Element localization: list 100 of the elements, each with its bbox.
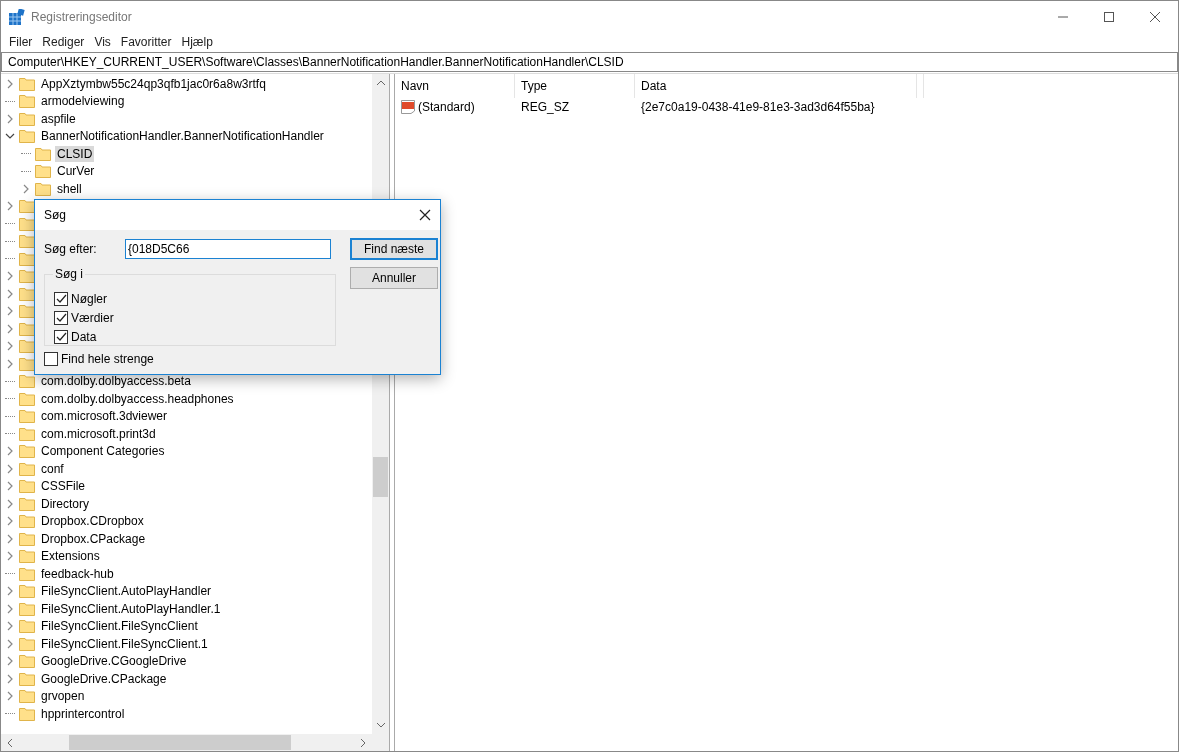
cancel-button[interactable]: Annuller [350,267,438,289]
tree-item[interactable]: CurVer [55,163,97,180]
folder-icon [19,321,35,336]
expand-chevron-icon[interactable] [5,621,15,632]
tree-item[interactable]: CLSID [55,145,95,162]
tree-item[interactable]: com.microsoft.3dviewer [39,408,170,425]
scroll-left-icon[interactable] [7,737,13,748]
collapse-chevron-icon[interactable] [5,132,15,141]
checkbox-label: Find hele strenge [61,351,154,366]
tree-item[interactable]: com.dolby.dolbyaccess.headphones [39,390,236,407]
tree-item[interactable]: Directory [39,495,91,512]
tree-item[interactable]: grvopen [39,688,87,705]
string-value-icon [400,99,416,115]
checkbox[interactable] [44,351,58,366]
expand-chevron-icon[interactable] [5,463,15,474]
folder-icon [19,199,35,214]
folder-icon [19,111,35,126]
folder-icon [19,251,35,266]
folder-icon [19,619,35,634]
menu-item[interactable]: Vis [89,34,116,49]
menu-item[interactable]: Hjælp [176,34,218,49]
menu-item[interactable]: Rediger [37,34,90,49]
menu-item[interactable]: Favoritter [115,34,177,49]
tree-item[interactable]: FileSyncClient.FileSyncClient [39,618,200,635]
folder-icon [35,181,51,196]
folder-icon [19,76,35,91]
column-header[interactable]: Navn [395,74,515,98]
address-field[interactable]: Computer\HKEY_CURRENT_USER\Software\Classes\BannerNotificationHandler.BannerNotificationHandler\CLSID [1,52,1178,72]
find-next-button[interactable]: Find næste [350,238,438,260]
expand-chevron-icon[interactable] [5,78,15,89]
scrollbar-thumb[interactable] [69,735,291,750]
value-data: {2e7c0a19-0438-41e9-81e3-3ad3d64f55ba} [640,100,876,114]
tree-item[interactable]: Extensions [39,548,102,565]
folder-icon [19,374,35,389]
tree-item[interactable]: GoogleDrive.CPackage [39,670,169,687]
checkbox[interactable] [54,310,68,325]
menu-item[interactable]: Filer [4,34,38,49]
checkbox[interactable] [54,329,68,344]
close-icon[interactable] [419,209,431,221]
expand-chevron-icon[interactable] [5,113,15,124]
folder-icon [19,444,35,459]
folder-icon [19,304,35,319]
tree-item[interactable]: FileSyncClient.AutoPlayHandler [39,583,214,600]
checkbox-label: Nøgler [71,291,107,306]
expand-chevron-icon[interactable] [5,551,15,562]
folder-icon [19,636,35,651]
expand-chevron-icon[interactable] [5,288,15,299]
expand-chevron-icon[interactable] [5,306,15,317]
checkbox[interactable] [54,291,68,306]
folder-icon [19,409,35,424]
tree-item[interactable]: com.microsoft.print3d [39,425,158,442]
tree-item[interactable]: GoogleDrive.CGoogleDrive [39,653,189,670]
group-title: Søg i [53,267,85,281]
tree-item[interactable]: armodelviewing [39,93,127,110]
column-header[interactable]: Type [515,74,635,98]
tree-item[interactable]: aspfile [39,110,78,127]
tree-item[interactable]: hpprintercontrol [39,705,127,722]
tree-item[interactable]: feedback-hub [39,565,116,582]
expand-chevron-icon[interactable] [5,271,15,282]
tree-item[interactable]: CSSFile [39,478,87,495]
expand-chevron-icon[interactable] [5,201,15,212]
maximize-icon [1104,11,1114,22]
expand-chevron-icon[interactable] [5,533,15,544]
folder-icon [19,549,35,564]
expand-chevron-icon[interactable] [5,586,15,597]
expand-chevron-icon[interactable] [5,673,15,684]
scroll-up-icon[interactable] [375,80,386,86]
column-header[interactable]: Data [635,74,917,98]
expand-chevron-icon[interactable] [5,323,15,334]
folder-icon [19,706,35,721]
expand-chevron-icon[interactable] [5,358,15,369]
expand-chevron-icon[interactable] [5,498,15,509]
tree-item[interactable]: conf [39,460,66,477]
tree-item[interactable]: Component Categories [39,443,167,460]
folder-icon [19,461,35,476]
scroll-right-icon[interactable] [360,737,366,748]
tree-item[interactable]: FileSyncClient.AutoPlayHandler.1 [39,600,223,617]
tree-item[interactable]: AppXztymbw55c24qp3qfb1jac0r6a8w3rtfq [39,75,268,92]
scroll-down-icon[interactable] [375,722,386,728]
expand-chevron-icon[interactable] [5,481,15,492]
search-field[interactable]: {018D5C66 [125,239,331,259]
expand-chevron-icon[interactable] [5,638,15,649]
expand-chevron-icon[interactable] [5,341,15,352]
tree-item[interactable]: FileSyncClient.FileSyncClient.1 [39,635,210,652]
expand-chevron-icon[interactable] [21,183,31,194]
tree-item[interactable]: Dropbox.CDropbox [39,513,146,530]
folder-icon [19,269,35,284]
tree-item[interactable]: shell [55,180,84,197]
tree-item[interactable]: com.dolby.dolbyaccess.beta [39,373,193,390]
window-title: Registreringseditor [31,9,132,24]
expand-chevron-icon[interactable] [5,603,15,614]
expand-chevron-icon[interactable] [5,691,15,702]
expand-chevron-icon[interactable] [5,656,15,667]
tree-item[interactable]: BannerNotificationHandler.BannerNotificationHandler [39,128,326,145]
folder-icon [19,286,35,301]
tree-item[interactable]: Dropbox.CPackage [39,530,148,547]
scrollbar-thumb[interactable] [373,457,388,497]
expand-chevron-icon[interactable] [5,516,15,527]
folder-icon [19,584,35,599]
expand-chevron-icon[interactable] [5,446,15,457]
